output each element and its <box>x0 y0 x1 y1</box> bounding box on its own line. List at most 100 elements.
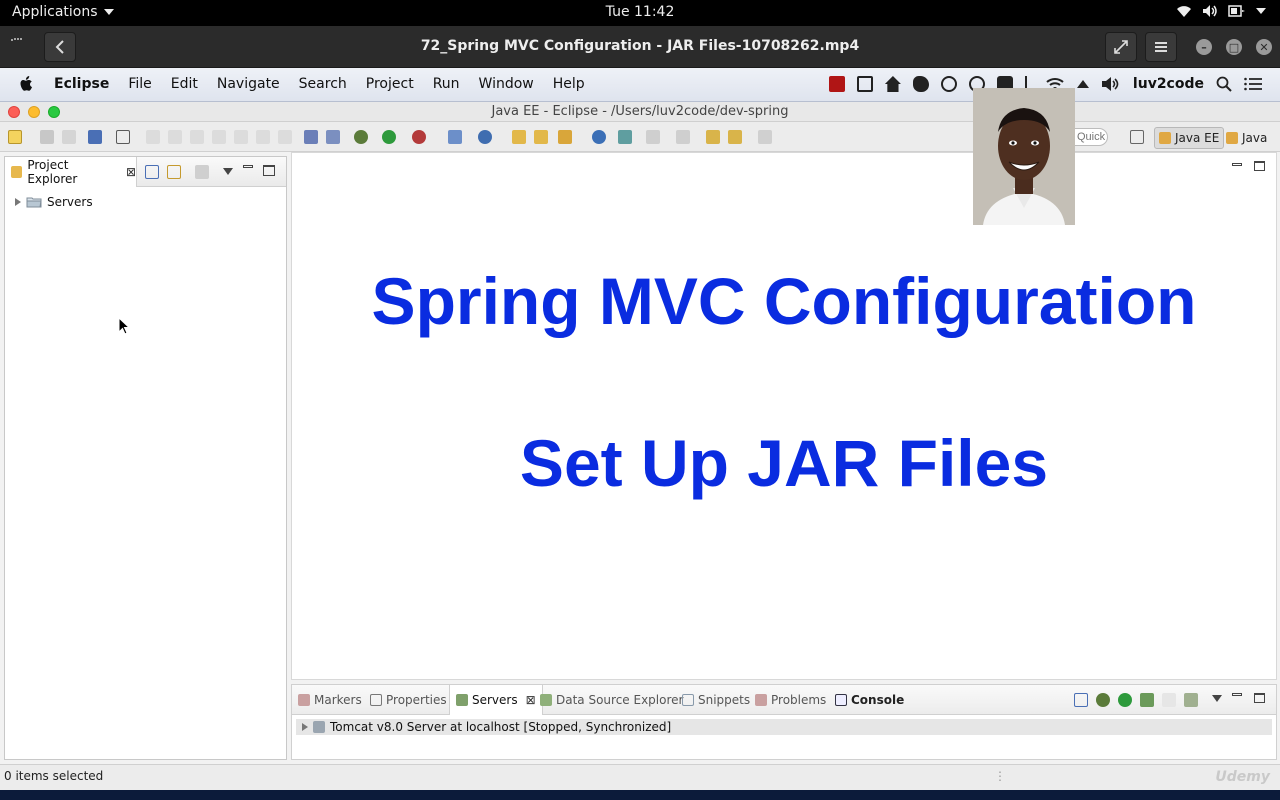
open-type-icon[interactable] <box>512 130 526 144</box>
tab-data-source-label: Data Source Explorer <box>556 693 684 707</box>
forward-nav-icon[interactable] <box>758 130 772 144</box>
accessibility-icon[interactable] <box>940 76 957 92</box>
sync-icon[interactable] <box>618 130 632 144</box>
server-row-tomcat[interactable]: Tomcat v8.0 Server at localhost [Stopped… <box>296 719 1272 735</box>
back-nav-icon[interactable] <box>728 130 742 144</box>
tab-data-source-explorer[interactable]: Data Source Explorer <box>540 685 683 715</box>
tab-problems[interactable]: Problems <box>755 685 826 715</box>
editor-area[interactable]: Spring MVC Configuration Set Up JAR File… <box>291 152 1277 680</box>
close-tab-icon[interactable]: ⊠ <box>126 165 136 179</box>
editor-minimize-icon[interactable] <box>1232 163 1242 166</box>
open-console-icon[interactable] <box>88 130 102 144</box>
tab-properties[interactable]: Properties <box>370 685 447 715</box>
menu-edit[interactable]: Edit <box>171 76 198 92</box>
view-menu-icon[interactable] <box>223 168 233 175</box>
apple-icon[interactable] <box>20 76 34 92</box>
close-servers-tab-icon[interactable]: ⊠ <box>526 693 536 707</box>
step-over-icon[interactable] <box>256 130 270 144</box>
start-server-icon[interactable] <box>1118 693 1132 707</box>
expand-icon[interactable] <box>15 198 21 206</box>
recorder-icon[interactable] <box>828 76 845 92</box>
save-all-icon[interactable] <box>62 130 76 144</box>
suspend-icon[interactable] <box>168 130 182 144</box>
profile-server-icon[interactable] <box>1140 693 1154 707</box>
open-web-browser-icon[interactable] <box>592 130 606 144</box>
use-step-filters-icon[interactable] <box>304 130 318 144</box>
hamburger-icon <box>1155 42 1167 52</box>
resume-icon[interactable] <box>146 130 160 144</box>
open-perspective-icon[interactable] <box>1130 130 1144 144</box>
disconnect-icon[interactable] <box>212 130 226 144</box>
new-servlet-icon[interactable] <box>478 130 492 144</box>
user-name[interactable]: luv2code <box>1133 76 1204 92</box>
tab-servers[interactable]: Servers ⊠ <box>449 685 543 715</box>
notification-list-icon[interactable] <box>1244 77 1262 91</box>
close-window-button[interactable]: ✕ <box>1256 39 1272 55</box>
run-external-icon[interactable] <box>412 130 426 144</box>
publish-server-icon[interactable] <box>1184 693 1198 707</box>
video-frame[interactable]: Eclipse File Edit Navigate Search Projec… <box>0 68 1280 790</box>
stop-server-icon[interactable] <box>1162 693 1176 707</box>
spotlight-search-icon[interactable] <box>1216 76 1232 92</box>
servers-view-menu-icon[interactable] <box>1212 695 1222 702</box>
home-icon[interactable] <box>884 76 901 92</box>
menu-window[interactable]: Window <box>479 76 534 92</box>
filter-icon[interactable] <box>195 165 209 179</box>
step-return-icon[interactable] <box>278 130 292 144</box>
step-into-icon[interactable] <box>234 130 248 144</box>
collapse-servers-icon[interactable] <box>1074 693 1088 707</box>
perspective-java-ee[interactable]: Java EE <box>1154 127 1225 149</box>
new-icon[interactable] <box>8 130 22 144</box>
next-annotation-icon[interactable] <box>646 130 660 144</box>
terminate-icon[interactable] <box>190 130 204 144</box>
debug-icon[interactable] <box>354 130 368 144</box>
eject-icon[interactable] <box>1076 80 1089 88</box>
search-tool-icon[interactable] <box>558 130 572 144</box>
link-with-editor-icon[interactable] <box>167 165 181 179</box>
servers-maximize-icon[interactable] <box>1254 693 1265 703</box>
open-task-icon[interactable] <box>534 130 548 144</box>
maximize-window-button[interactable]: □ <box>1226 39 1242 55</box>
save-icon[interactable] <box>40 130 54 144</box>
previous-annotation-icon[interactable] <box>676 130 690 144</box>
tab-project-explorer[interactable]: Project Explorer ⊠ <box>5 157 137 187</box>
perspective-java[interactable]: Java <box>1222 127 1271 149</box>
clock[interactable]: Tue 11:42 <box>0 4 1280 20</box>
tab-snippets[interactable]: Snippets <box>682 685 750 715</box>
hamburger-menu-button[interactable] <box>1145 32 1177 62</box>
drop-to-frame-icon[interactable] <box>326 130 340 144</box>
copy-icon[interactable] <box>856 76 873 92</box>
evernote-icon[interactable] <box>912 76 929 92</box>
eclipse-window-title: Java EE - Eclipse - /Users/luv2code/dev-… <box>491 104 789 119</box>
menu-project[interactable]: Project <box>366 76 414 92</box>
last-edit-location-icon[interactable] <box>706 130 720 144</box>
minimize-window-button[interactable]: – <box>1196 39 1212 55</box>
fullscreen-button[interactable] <box>1105 32 1137 62</box>
servers-minimize-icon[interactable] <box>1232 693 1242 696</box>
run-icon[interactable] <box>382 130 396 144</box>
mac-menu-bar: Eclipse File Edit Navigate Search Projec… <box>0 68 1280 102</box>
menu-app-name[interactable]: Eclipse <box>54 76 109 92</box>
menu-run[interactable]: Run <box>433 76 460 92</box>
project-tree: Servers <box>5 187 286 211</box>
new-server-icon[interactable] <box>448 130 462 144</box>
volume-icon[interactable] <box>1101 76 1121 92</box>
tab-console[interactable]: Console <box>835 685 904 715</box>
debug-server-icon[interactable] <box>1096 693 1110 707</box>
editor-maximize-icon[interactable] <box>1254 161 1265 171</box>
collapse-all-icon[interactable] <box>145 165 159 179</box>
server-row-label: Tomcat v8.0 Server at localhost [Stopped… <box>330 720 672 734</box>
expand-server-icon[interactable] <box>302 723 308 731</box>
system-tray[interactable] <box>1176 4 1266 18</box>
menu-help[interactable]: Help <box>553 76 585 92</box>
minimize-view-icon[interactable] <box>243 165 253 168</box>
system-menu-icon <box>1256 8 1266 14</box>
menu-search[interactable]: Search <box>299 76 347 92</box>
skip-breakpoints-icon[interactable] <box>116 130 130 144</box>
menu-navigate[interactable]: Navigate <box>217 76 280 92</box>
menu-file[interactable]: File <box>128 76 151 92</box>
maximize-view-icon[interactable] <box>263 165 275 176</box>
tab-servers-label: Servers <box>472 693 518 707</box>
tree-item-servers[interactable]: Servers <box>15 193 286 211</box>
tab-markers[interactable]: Markers <box>298 685 362 715</box>
